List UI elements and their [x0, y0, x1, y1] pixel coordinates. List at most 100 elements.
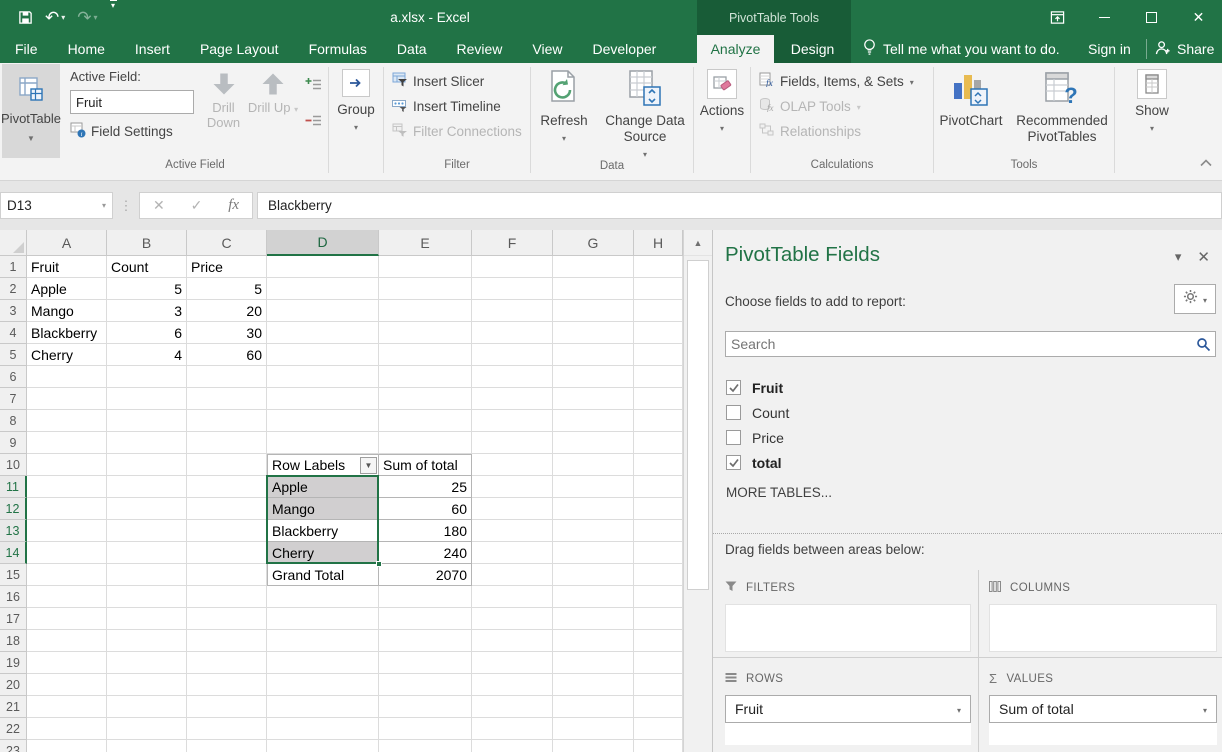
cell-D17[interactable]: [267, 608, 379, 630]
cell-F17[interactable]: [472, 608, 553, 630]
row-header-7[interactable]: 7: [0, 388, 27, 410]
cell-E4[interactable]: [379, 322, 472, 344]
cell-E20[interactable]: [379, 674, 472, 696]
cell-F3[interactable]: [472, 300, 553, 322]
cell-C15[interactable]: [187, 564, 267, 586]
cell-A12[interactable]: [27, 498, 107, 520]
tools-gear-button[interactable]: ▾: [1174, 284, 1216, 314]
cell-C10[interactable]: [187, 454, 267, 476]
cell-C11[interactable]: [187, 476, 267, 498]
row-labels-filter-icon[interactable]: ▼: [360, 457, 377, 474]
cell-F14[interactable]: [472, 542, 553, 564]
scrollbar-thumb[interactable]: [687, 260, 709, 590]
filter-connections-button[interactable]: Filter Connections: [392, 122, 522, 140]
row-header-11[interactable]: 11: [0, 476, 27, 498]
cell-B7[interactable]: [107, 388, 187, 410]
row-header-13[interactable]: 13: [0, 520, 27, 542]
cell-A16[interactable]: [27, 586, 107, 608]
cell-H12[interactable]: [634, 498, 683, 520]
cell-B10[interactable]: [107, 454, 187, 476]
tab-analyze[interactable]: Analyze: [697, 35, 774, 63]
cell-H15[interactable]: [634, 564, 683, 586]
row-header-22[interactable]: 22: [0, 718, 27, 740]
cell-H9[interactable]: [634, 432, 683, 454]
redo-button[interactable]: ↷▾: [73, 0, 101, 35]
cell-A2[interactable]: Apple: [27, 278, 107, 300]
cell-A9[interactable]: [27, 432, 107, 454]
row-header-9[interactable]: 9: [0, 432, 27, 454]
cell-H7[interactable]: [634, 388, 683, 410]
cell-H8[interactable]: [634, 410, 683, 432]
cell-G21[interactable]: [553, 696, 634, 718]
search-input[interactable]: [726, 336, 1191, 352]
cell-C18[interactable]: [187, 630, 267, 652]
cell-A20[interactable]: [27, 674, 107, 696]
cell-D5[interactable]: [267, 344, 379, 366]
tab-design[interactable]: Design: [774, 35, 851, 63]
cell-A10[interactable]: [27, 454, 107, 476]
rows-dropzone[interactable]: Fruit▾: [725, 695, 971, 745]
cell-G11[interactable]: [553, 476, 634, 498]
cell-E3[interactable]: [379, 300, 472, 322]
cell-G20[interactable]: [553, 674, 634, 696]
tab-review[interactable]: Review: [442, 35, 518, 63]
cell-C23[interactable]: [187, 740, 267, 752]
column-header-a[interactable]: A: [27, 230, 107, 256]
cell-B22[interactable]: [107, 718, 187, 740]
cell-A3[interactable]: Mango: [27, 300, 107, 322]
cancel-icon[interactable]: ✕: [153, 197, 165, 214]
cell-G19[interactable]: [553, 652, 634, 674]
active-field-input[interactable]: [70, 90, 194, 114]
pill-dropdown-icon[interactable]: ▾: [1203, 706, 1207, 715]
cell-B23[interactable]: [107, 740, 187, 752]
cell-E17[interactable]: [379, 608, 472, 630]
row-header-4[interactable]: 4: [0, 322, 27, 344]
cell-E9[interactable]: [379, 432, 472, 454]
cell-E2[interactable]: [379, 278, 472, 300]
row-header-15[interactable]: 15: [0, 564, 27, 586]
filters-dropzone[interactable]: [725, 604, 971, 652]
tab-data[interactable]: Data: [382, 35, 442, 63]
ribbon-display-options-icon[interactable]: [1034, 0, 1081, 35]
cell-H23[interactable]: [634, 740, 683, 752]
cell-A4[interactable]: Blackberry: [27, 322, 107, 344]
cell-H21[interactable]: [634, 696, 683, 718]
cell-E15[interactable]: 2070: [379, 564, 472, 586]
insert-function-icon[interactable]: fx: [228, 197, 239, 214]
row-header-8[interactable]: 8: [0, 410, 27, 432]
sign-in-button[interactable]: Sign in: [1088, 35, 1131, 63]
cell-B15[interactable]: [107, 564, 187, 586]
cell-D13[interactable]: Blackberry: [267, 520, 379, 542]
column-header-e[interactable]: E: [379, 230, 472, 256]
cell-C16[interactable]: [187, 586, 267, 608]
cell-A22[interactable]: [27, 718, 107, 740]
name-box-dropdown-icon[interactable]: ▾: [102, 201, 106, 210]
field-item-price[interactable]: Price: [726, 425, 1216, 450]
checkbox-fruit[interactable]: [726, 380, 741, 395]
cell-H16[interactable]: [634, 586, 683, 608]
cell-D14[interactable]: Cherry: [267, 542, 379, 564]
cell-F10[interactable]: [472, 454, 553, 476]
cell-F9[interactable]: [472, 432, 553, 454]
tab-home[interactable]: Home: [53, 35, 120, 63]
spreadsheet-grid[interactable]: ABCDEFGH1FruitCountPrice2Apple553Mango32…: [0, 230, 683, 752]
cell-H22[interactable]: [634, 718, 683, 740]
cell-C12[interactable]: [187, 498, 267, 520]
column-header-f[interactable]: F: [472, 230, 553, 256]
cell-D4[interactable]: [267, 322, 379, 344]
row-header-1[interactable]: 1: [0, 256, 27, 278]
cell-G23[interactable]: [553, 740, 634, 752]
cell-C14[interactable]: [187, 542, 267, 564]
cell-F23[interactable]: [472, 740, 553, 752]
column-header-h[interactable]: H: [634, 230, 683, 256]
cell-F5[interactable]: [472, 344, 553, 366]
row-header-19[interactable]: 19: [0, 652, 27, 674]
cell-D12[interactable]: Mango: [267, 498, 379, 520]
cell-E5[interactable]: [379, 344, 472, 366]
cell-H5[interactable]: [634, 344, 683, 366]
checkbox-total[interactable]: [726, 455, 741, 470]
column-header-g[interactable]: G: [553, 230, 634, 256]
cell-C17[interactable]: [187, 608, 267, 630]
field-item-total[interactable]: total: [726, 450, 1216, 475]
minimize-icon[interactable]: [1081, 0, 1128, 35]
